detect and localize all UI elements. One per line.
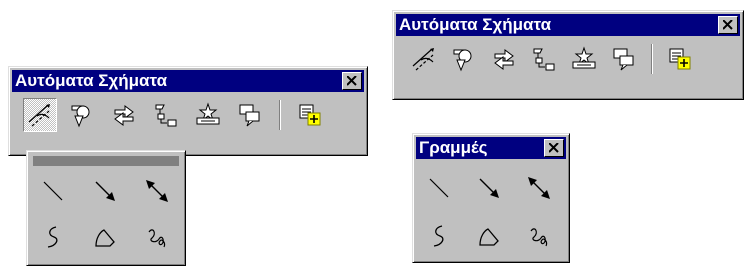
double-arrow-icon [527, 176, 551, 200]
curve-icon [433, 225, 444, 247]
close-icon [549, 143, 559, 153]
lines-titlebar[interactable]: Γραμμές [416, 137, 566, 159]
stars-banners-icon [572, 47, 596, 69]
autoshapes-title: Αυτόματα Σχήματα [15, 71, 168, 90]
stars-banners-button[interactable] [191, 98, 225, 132]
autoshapes-toolbar-left: Αυτόματα Σχήματα [8, 66, 368, 156]
callouts-icon [613, 48, 634, 71]
lines-button[interactable] [407, 42, 441, 76]
curve-tool[interactable] [419, 218, 459, 254]
stars-banners-button[interactable] [567, 42, 601, 76]
basic-shapes-icon [71, 105, 90, 127]
scribble-tool[interactable] [137, 219, 177, 255]
line-tool[interactable] [33, 173, 73, 209]
arrow-tool[interactable] [469, 170, 509, 206]
callouts-button[interactable] [233, 98, 267, 132]
curve-tool[interactable] [33, 219, 73, 255]
close-button[interactable] [718, 16, 738, 34]
more-autoshapes-button[interactable] [663, 42, 697, 76]
scribble-icon [530, 228, 548, 247]
double-arrow-tool[interactable] [519, 170, 559, 206]
more-autoshapes-button[interactable] [293, 98, 327, 132]
block-arrows-icon [114, 105, 134, 126]
tear-off-bar[interactable] [33, 156, 179, 166]
freeform-icon [479, 228, 499, 246]
freeform-tool[interactable] [85, 219, 125, 255]
close-button[interactable] [342, 72, 362, 90]
toolbar-separator [651, 44, 653, 74]
basic-shapes-button[interactable] [65, 98, 99, 132]
flowchart-button[interactable] [527, 42, 561, 76]
line-tool[interactable] [419, 170, 459, 206]
autoshapes-title: Αυτόματα Σχήματα [399, 15, 552, 34]
lines-icon [28, 103, 51, 127]
close-button[interactable] [544, 139, 564, 157]
more-autoshapes-icon [669, 48, 691, 70]
lines-button[interactable] [23, 98, 57, 132]
autoshapes-titlebar[interactable]: Αυτόματα Σχήματα [12, 70, 364, 92]
freeform-tool[interactable] [469, 218, 509, 254]
double-arrow-icon [145, 179, 169, 203]
more-autoshapes-icon [299, 104, 321, 126]
block-arrows-button[interactable] [487, 42, 521, 76]
autoshapes-titlebar[interactable]: Αυτόματα Σχήματα [396, 14, 740, 36]
basic-shapes-button[interactable] [447, 42, 481, 76]
autoshapes-toolbar-right: Αυτόματα Σχήματα [392, 10, 744, 100]
callouts-button[interactable] [607, 42, 641, 76]
basic-shapes-icon [453, 49, 472, 71]
close-icon [347, 76, 357, 86]
stars-banners-icon [196, 103, 220, 125]
toolbar-separator [279, 100, 281, 130]
close-icon [723, 20, 733, 30]
scribble-tool[interactable] [519, 218, 559, 254]
line-icon [43, 181, 63, 201]
double-arrow-tool[interactable] [137, 173, 177, 209]
block-arrows-button[interactable] [107, 98, 141, 132]
arrow-icon [479, 178, 500, 199]
lines-icon [412, 47, 435, 71]
block-arrows-icon [494, 49, 514, 70]
freeform-icon [95, 229, 115, 247]
flowchart-button[interactable] [149, 98, 183, 132]
line-icon [429, 178, 449, 198]
flowchart-icon [533, 48, 555, 71]
lines-submenu [26, 150, 186, 266]
arrow-icon [95, 181, 116, 202]
flowchart-icon [155, 104, 177, 127]
arrow-tool[interactable] [85, 173, 125, 209]
lines-title: Γραμμές [419, 138, 488, 157]
callouts-icon [239, 104, 260, 127]
scribble-icon [148, 229, 166, 248]
lines-toolbar: Γραμμές [412, 133, 570, 263]
curve-icon [47, 226, 58, 248]
